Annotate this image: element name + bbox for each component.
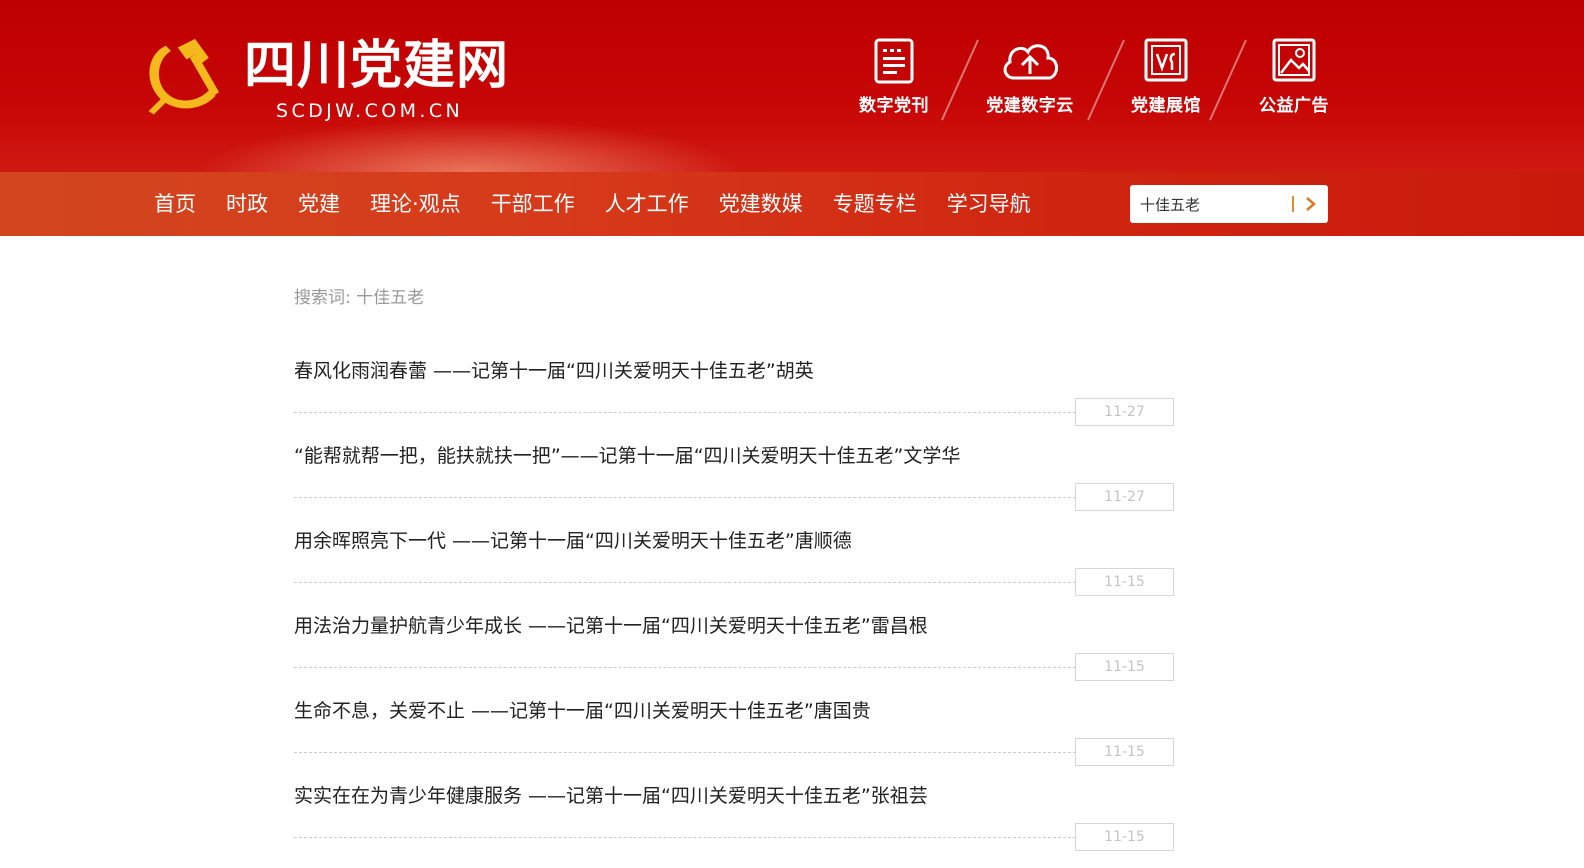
result-title-link[interactable]: 实实在在为青少年健康服务 ——记第十一届“四川关爱明天十佳五老”张祖芸 [294,783,928,809]
dashed-divider [294,497,1076,498]
main-nav: 首页 时政 党建 理论·观点 干部工作 人才工作 党建数媒 专题专栏 学习导航 [0,172,1584,236]
search-divider [1292,196,1294,212]
list-item: 春风化雨润春蕾 ——记第十一届“四川关爱明天十佳五老”胡英 11-27 [294,354,1176,439]
dashed-divider [294,837,1076,838]
nav-item-party-building[interactable]: 党建 [298,172,340,236]
result-date: 11-15 [1075,823,1174,851]
quick-links: 数字党刊 党建数字云 党建展馆 公益广告 [0,0,1584,172]
result-date: 11-27 [1075,398,1174,426]
dashed-divider [294,412,1076,413]
result-title-link[interactable]: 生命不息，关爱不止 ——记第十一届“四川关爱明天十佳五老”唐国贵 [294,698,871,724]
dashed-divider [294,667,1076,668]
list-item: 生命不息，关爱不止 ——记第十一届“四川关爱明天十佳五老”唐国贵 11-15 [294,694,1176,779]
result-date: 11-15 [1075,738,1174,766]
result-date: 11-15 [1075,653,1174,681]
results-list: 春风化雨润春蕾 ——记第十一届“四川关爱明天十佳五老”胡英 11-27 “能帮就… [294,354,1176,864]
nav-item-study-guide[interactable]: 学习导航 [947,172,1031,236]
search-term-label: 搜索词: 十佳五老 [294,288,425,308]
quick-link-public-ad[interactable]: 公益广告 [1219,36,1369,116]
quick-link-digital-cloud[interactable]: 党建数字云 [955,36,1105,116]
site-header: 四川党建网 SCDJW.COM.CN 数字党刊 党建数字云 党建展馆 公益广告 [0,0,1584,172]
search-button[interactable] [1298,189,1326,219]
list-item: 实实在在为青少年健康服务 ——记第十一届“四川关爱明天十佳五老”张祖芸 11-1… [294,779,1176,864]
nav-item-politics[interactable]: 时政 [226,172,268,236]
nav-menu: 首页 时政 党建 理论·观点 干部工作 人才工作 党建数媒 专题专栏 学习导航 [154,172,1061,236]
nav-item-theory[interactable]: 理论·观点 [370,172,461,236]
image-ad-icon [1272,38,1316,82]
result-title-link[interactable]: 用法治力量护航青少年成长 ——记第十一届“四川关爱明天十佳五老”雷昌根 [294,613,928,639]
list-item: 用余晖照亮下一代 ——记第十一届“四川关爱明天十佳五老”唐顺德 11-15 [294,524,1176,609]
search-input[interactable] [1140,189,1286,219]
search-results-page: 搜索词: 十佳五老 春风化雨润春蕾 ——记第十一届“四川关爱明天十佳五老”胡英 … [0,236,1584,868]
exhibition-hall-icon [1144,38,1188,82]
list-item: 用法治力量护航青少年成长 ——记第十一届“四川关爱明天十佳五老”雷昌根 11-1… [294,609,1176,694]
nav-item-talent-work[interactable]: 人才工作 [605,172,689,236]
dashed-divider [294,582,1076,583]
search-box [1130,185,1328,223]
result-title-link[interactable]: “能帮就帮一把，能扶就扶一把”——记第十一届“四川关爱明天十佳五老”文学华 [294,443,960,469]
nav-item-digital-media[interactable]: 党建数媒 [719,172,803,236]
chevron-right-icon [1306,197,1316,211]
nav-item-special-topics[interactable]: 专题专栏 [833,172,917,236]
result-title-link[interactable]: 用余晖照亮下一代 ——记第十一届“四川关爱明天十佳五老”唐顺德 [294,528,852,554]
nav-item-cadre-work[interactable]: 干部工作 [491,172,575,236]
digital-journal-icon [874,38,914,84]
list-item: “能帮就帮一把，能扶就扶一把”——记第十一届“四川关爱明天十佳五老”文学华 11… [294,439,1176,524]
cloud-upload-icon [1003,44,1058,80]
nav-item-home[interactable]: 首页 [154,172,196,236]
result-date: 11-27 [1075,483,1174,511]
result-title-link[interactable]: 春风化雨润春蕾 ——记第十一届“四川关爱明天十佳五老”胡英 [294,358,814,384]
dashed-divider [294,752,1076,753]
result-date: 11-15 [1075,568,1174,596]
